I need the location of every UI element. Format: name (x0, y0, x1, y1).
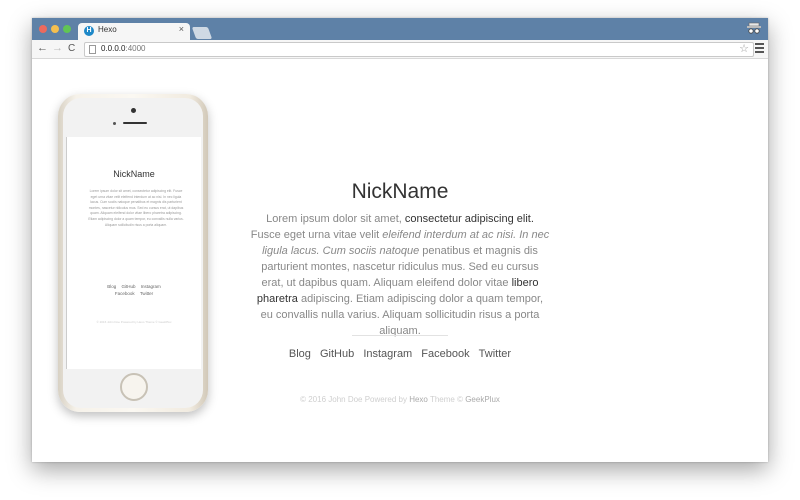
phone-home-button (120, 373, 148, 401)
phone-camera (131, 108, 136, 113)
browser-toolbar: ← → C 0.0.0.0:4000 ☆ (32, 40, 768, 59)
phone-footer: © 2016 John Doe Powered by Hexo Theme © … (96, 320, 172, 324)
divider (352, 335, 448, 336)
title-bar: H Hexo × (32, 18, 768, 40)
browser-window: H Hexo × ← → C 0.0.0.0:4000 ☆ NickName L… (32, 18, 768, 462)
link-twitter[interactable]: Twitter (479, 348, 511, 360)
maximize-window-button[interactable] (63, 25, 71, 33)
tab-close-icon[interactable]: × (179, 24, 184, 34)
link-blog[interactable]: Blog (289, 348, 311, 360)
phone-link-facebook: Facebook (114, 291, 135, 296)
new-tab-button[interactable] (191, 27, 213, 39)
browser-tab[interactable]: H Hexo × (78, 23, 190, 40)
close-window-button[interactable] (39, 25, 47, 33)
back-arrow-icon[interactable]: ← (37, 42, 48, 54)
link-instagram[interactable]: Instagram (363, 348, 412, 360)
link-facebook[interactable]: Facebook (421, 348, 469, 360)
page-title: NickName (351, 180, 449, 204)
reload-icon[interactable]: C (68, 43, 75, 54)
bookmark-star-icon[interactable]: ☆ (739, 42, 749, 55)
page-footer: © 2016 John Doe Powered by Hexo Theme © … (300, 395, 500, 404)
bio-paragraph: Lorem ipsum dolor sit amet, consectetur … (250, 213, 550, 337)
address-bar[interactable]: 0.0.0.0:4000 ☆ (84, 42, 754, 57)
phone-bio: Lorem ipsum dolor sit amet, consectetur … (88, 189, 184, 227)
geekplux-link[interactable]: GeekPlux (465, 395, 500, 404)
phone-sensor (113, 122, 116, 125)
menu-icon[interactable] (755, 43, 764, 55)
page-content: NickName Lorem ipsum dolor sit amet, con… (32, 59, 768, 462)
page-icon (89, 45, 96, 54)
phone-links: Blog GitHub Instagram Facebook Twitter (67, 283, 201, 297)
phone-mockup: NickName Lorem ipsum dolor sit amet, con… (58, 94, 208, 412)
phone-link-instagram: Instagram (140, 284, 161, 289)
link-github[interactable]: GitHub (320, 348, 354, 360)
phone-link-twitter: Twitter (139, 291, 154, 296)
minimize-window-button[interactable] (51, 25, 59, 33)
phone-screen: NickName Lorem ipsum dolor sit amet, con… (66, 137, 201, 369)
social-links: Blog GitHub Instagram Facebook Twitter (250, 348, 550, 360)
phone-link-blog: Blog (107, 284, 117, 289)
incognito-icon (747, 22, 761, 34)
forward-arrow-icon[interactable]: → (52, 42, 63, 54)
phone-link-github: GitHub (121, 284, 136, 289)
tab-title: Hexo (98, 25, 117, 34)
hexo-link[interactable]: Hexo (409, 395, 428, 404)
phone-speaker (123, 122, 147, 124)
phone-nickname: NickName (113, 169, 155, 179)
url-text: 0.0.0.0:4000 (101, 44, 146, 53)
hexo-favicon-icon: H (84, 26, 94, 36)
